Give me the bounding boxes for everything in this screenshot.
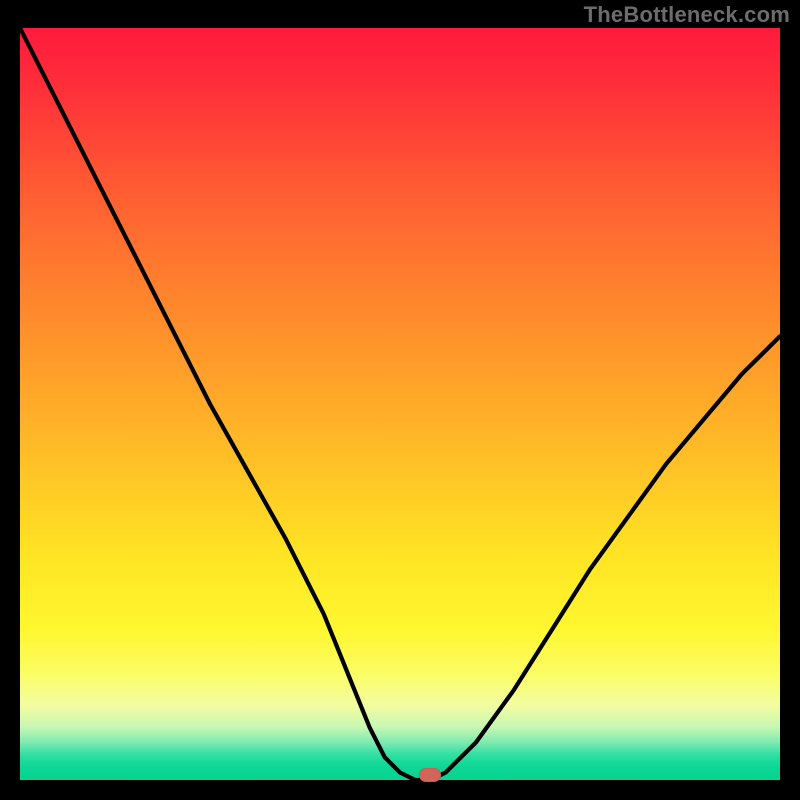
- curve-path: [20, 28, 780, 780]
- watermark-text: TheBottleneck.com: [584, 2, 790, 28]
- minimum-marker: [419, 768, 441, 782]
- plot-area: [20, 28, 780, 780]
- chart-frame: TheBottleneck.com: [0, 0, 800, 800]
- bottleneck-curve: [20, 28, 780, 780]
